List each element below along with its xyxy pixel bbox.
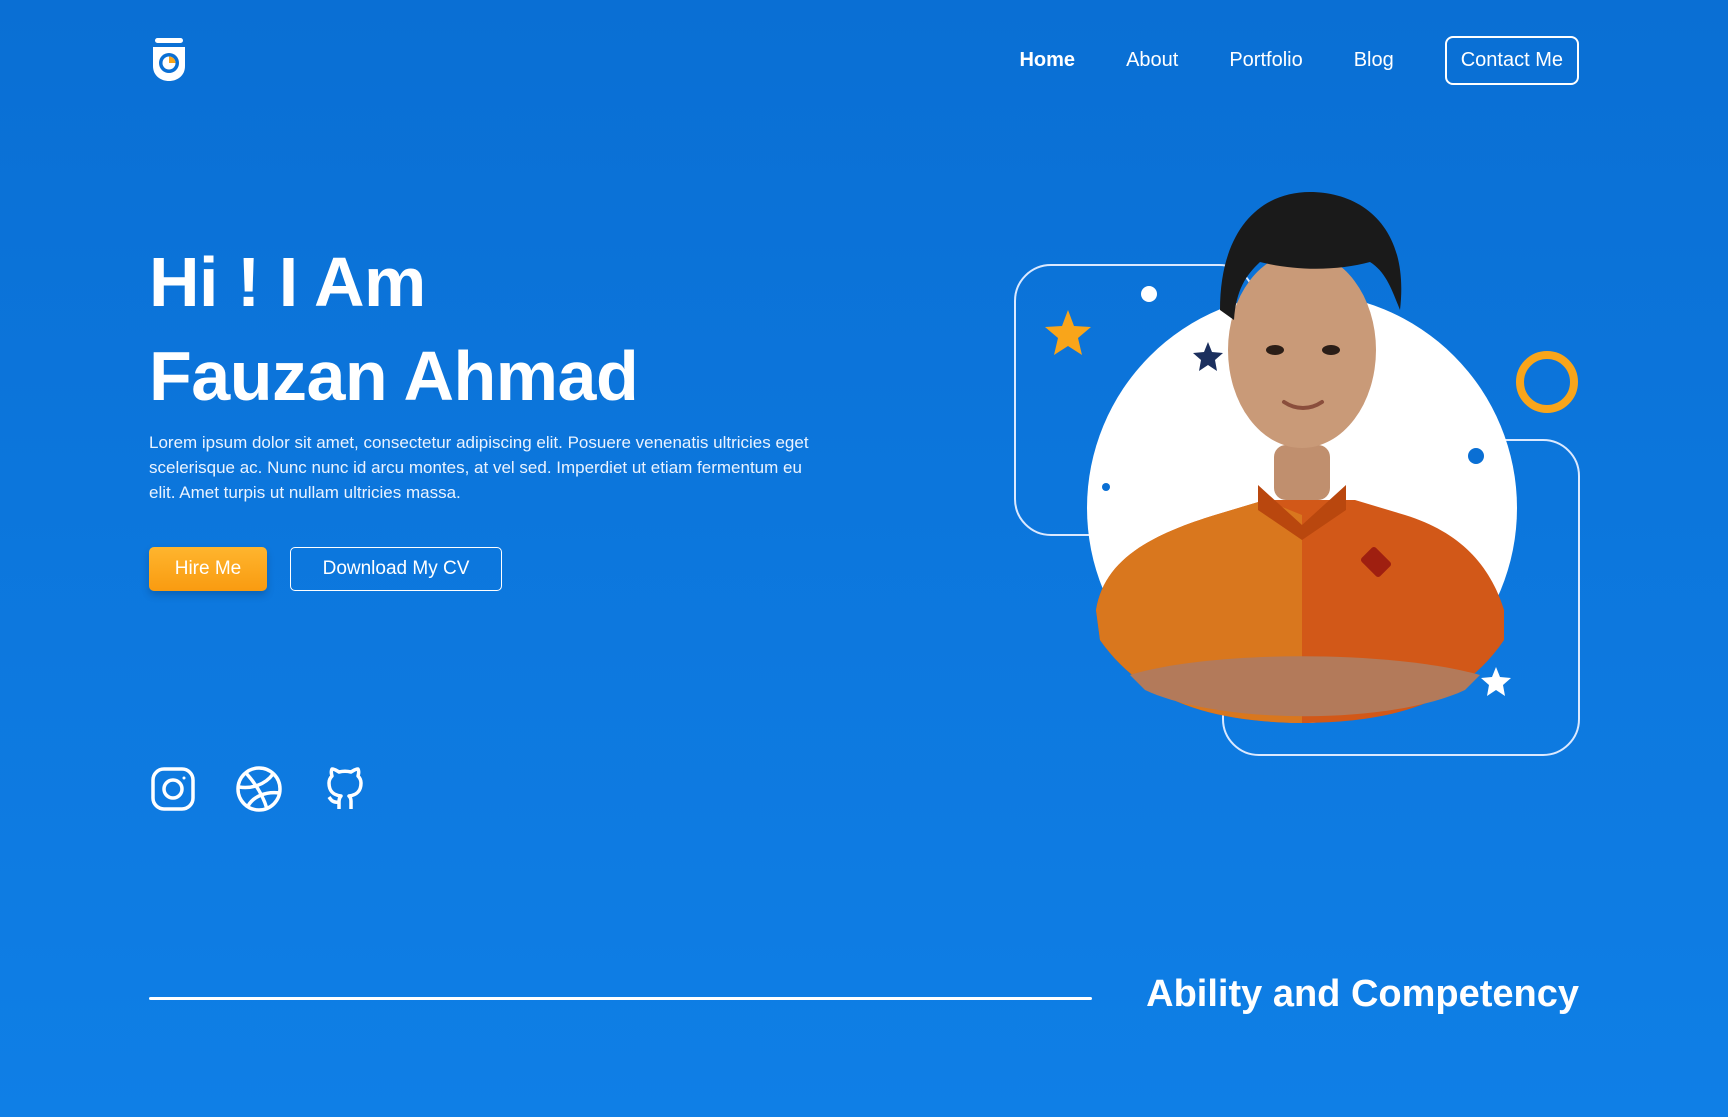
nav-blog[interactable]: Blog [1354,49,1394,72]
star-icon [1481,667,1511,696]
dot-icon [1102,483,1110,491]
hero-greeting: Hi ! I Am [149,243,426,321]
contact-me-button[interactable]: Contact Me [1444,35,1579,85]
github-icon[interactable] [321,765,369,813]
app-logo-icon[interactable] [149,36,189,84]
nav-about[interactable]: About [1126,49,1178,72]
instagram-icon[interactable] [149,765,197,813]
download-cv-button[interactable]: Download My CV [290,547,502,591]
social-links [149,765,407,813]
dribbble-icon[interactable] [235,765,283,813]
hero-illustration [1010,170,1585,760]
star-icon [1045,310,1091,355]
navbar: Home About Portfolio Blog Contact Me [149,35,1579,86]
section-divider [149,997,1092,1000]
hero-description: Lorem ipsum dolor sit amet, consectetur … [149,433,809,502]
dot-icon [1468,448,1484,464]
nav-home[interactable]: Home [1019,49,1075,72]
ring-icon [1516,351,1578,413]
hire-me-button[interactable]: Hire Me [149,547,267,591]
hero-name: Fauzan Ahmad [149,337,639,415]
nav-portfolio[interactable]: Portfolio [1229,49,1302,72]
nav-menu: Home About Portfolio Blog Contact Me [968,35,1579,85]
hero-heading: Hi ! I Am Fauzan Ahmad [149,235,639,423]
dot-icon [1141,286,1157,302]
section-title: Ability and Competency [1146,973,1579,1015]
